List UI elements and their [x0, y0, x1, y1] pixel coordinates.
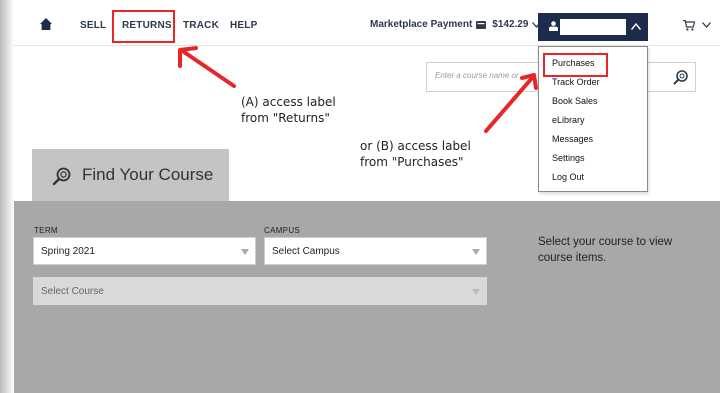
term-value: Spring 2021: [41, 246, 95, 257]
annotation-a-line1: (A) access label: [241, 95, 336, 109]
chevron-down-icon[interactable]: [702, 22, 711, 28]
term-label: TERM: [34, 226, 58, 235]
menu-item-log-out[interactable]: Log Out: [552, 172, 584, 182]
campus-value: Select Campus: [272, 246, 340, 257]
user-menu-button[interactable]: [538, 13, 648, 41]
nav-help[interactable]: HELP: [230, 20, 257, 31]
marketplace-label: Marketplace Payment: [370, 19, 473, 30]
annotation-b: or (B) access label from "Purchases": [360, 138, 471, 170]
campus-label: CAMPUS: [264, 226, 301, 235]
course-selection-panel: TERM Spring 2021 CAMPUS Select Campus Se…: [14, 201, 720, 393]
returns-highlight-box: [112, 10, 175, 43]
home-icon[interactable]: [40, 18, 52, 30]
menu-item-settings[interactable]: Settings: [552, 153, 585, 163]
search-icon[interactable]: [673, 69, 689, 85]
menu-item-messages[interactable]: Messages: [552, 134, 593, 144]
menu-item-track-order[interactable]: Track Order: [552, 77, 600, 87]
course-select[interactable]: Select Course: [33, 277, 487, 305]
user-icon: [549, 21, 558, 31]
search-icon: [52, 167, 71, 186]
nav-sell[interactable]: SELL: [80, 20, 106, 31]
user-dropdown-menu: Purchases Track Order Book Sales eLibrar…: [538, 46, 648, 192]
menu-item-book-sales[interactable]: Book Sales: [552, 96, 598, 106]
search-input[interactable]: [435, 71, 525, 80]
dropdown-arrow-icon: [241, 249, 249, 255]
campus-select[interactable]: Select Campus: [264, 237, 487, 265]
wallet-icon: [476, 20, 487, 29]
menu-item-purchases[interactable]: Purchases: [552, 58, 595, 68]
course-value: Select Course: [41, 286, 104, 297]
annotation-b-line1: or (B) access label: [360, 139, 471, 153]
chevron-up-icon: [631, 23, 641, 30]
redacted-username: [560, 19, 626, 35]
arrow-to-returns: [178, 46, 236, 88]
marketplace-amount: $142.29: [492, 19, 529, 30]
menu-item-elibrary[interactable]: eLibrary: [552, 115, 585, 125]
find-course-tab[interactable]: Find Your Course: [32, 149, 229, 201]
find-course-title: Find Your Course: [82, 165, 214, 184]
annotation-b-line2: from "Purchases": [360, 155, 464, 169]
term-select[interactable]: Spring 2021: [33, 237, 256, 265]
nav-track[interactable]: TRACK: [183, 20, 219, 31]
annotation-a-line2: from "Returns": [241, 111, 330, 125]
dropdown-arrow-icon: [472, 249, 480, 255]
left-shadow: [0, 0, 14, 393]
page-frame: SELL RETURNS TRACK HELP Marketplace Paym…: [14, 0, 720, 393]
dropdown-arrow-icon: [472, 289, 480, 295]
marketplace-payment[interactable]: Marketplace Payment $142.29: [370, 19, 542, 30]
cart-icon[interactable]: [683, 20, 695, 31]
annotation-a: (A) access label from "Returns": [241, 94, 336, 126]
top-navigation: SELL RETURNS TRACK HELP Marketplace Paym…: [14, 0, 720, 46]
course-info-text: Select your course to view course items.: [538, 236, 673, 264]
